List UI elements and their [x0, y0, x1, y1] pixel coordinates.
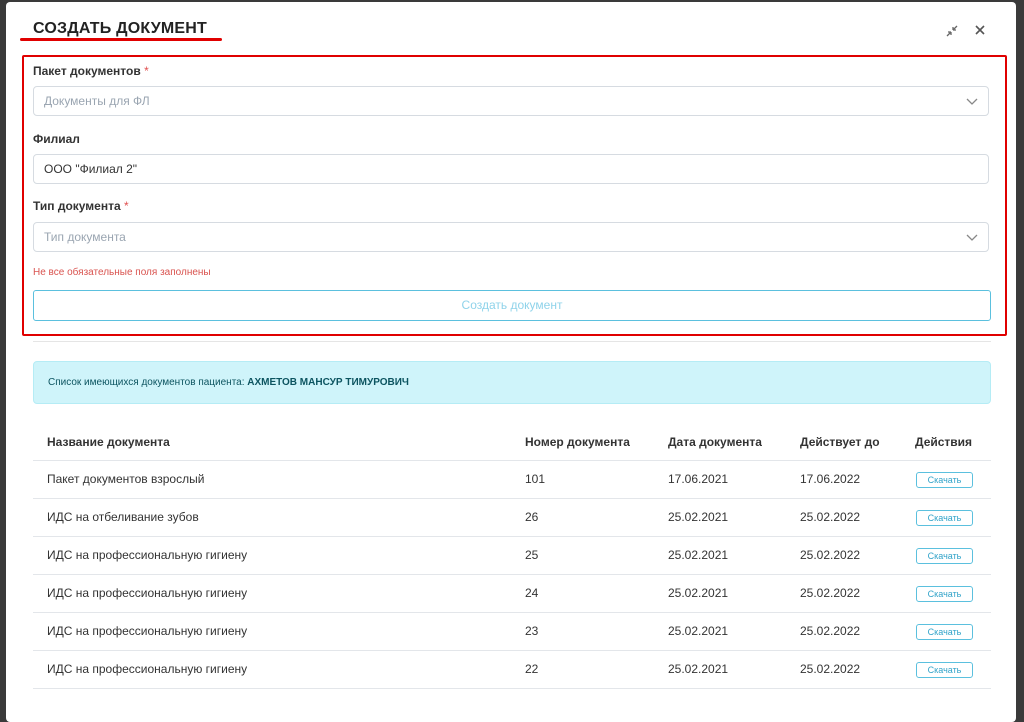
- doc-name: ИДС на профессиональную гигиену: [47, 624, 248, 638]
- doc-date: 25.02.2021: [668, 586, 729, 600]
- header-actions: Действия: [915, 435, 973, 449]
- branch-field[interactable]: ООО "Филиал 2": [33, 154, 989, 184]
- create-document-button[interactable]: Создать документ: [33, 290, 991, 321]
- collapse-arrows-icon[interactable]: [944, 24, 960, 40]
- table-row: ИДС на профессиональную гигиену 24 25.02…: [33, 575, 991, 613]
- download-button[interactable]: Скачать: [916, 548, 973, 564]
- validation-error: Не все обязательные поля заполнены: [33, 267, 211, 278]
- doc-date: 25.02.2021: [668, 548, 729, 562]
- doc-valid-until: 25.02.2022: [800, 662, 861, 676]
- download-button[interactable]: Скачать: [916, 586, 973, 602]
- close-icon[interactable]: [972, 24, 988, 40]
- header-number: Номер документа: [525, 435, 630, 449]
- doc-name: ИДС на профессиональную гигиену: [47, 586, 248, 600]
- doc-name: ИДС на отбеливание зубов: [47, 510, 199, 524]
- doc-number: 101: [525, 472, 546, 486]
- download-button[interactable]: Скачать: [916, 510, 973, 526]
- doc-number: 26: [525, 510, 539, 524]
- header-name: Название документа: [47, 435, 170, 449]
- doc-number: 22: [525, 662, 539, 676]
- doc-name: Пакет документов взрослый: [47, 472, 205, 486]
- doc-number: 24: [525, 586, 539, 600]
- download-button[interactable]: Скачать: [916, 662, 973, 678]
- doc-valid-until: 25.02.2022: [800, 586, 861, 600]
- doc-valid-until: 25.02.2022: [800, 548, 861, 562]
- doc-date: 17.06.2021: [668, 472, 729, 486]
- doc-valid-until: 25.02.2022: [800, 624, 861, 638]
- branch-field-value: ООО "Филиал 2": [44, 162, 138, 176]
- doc-valid-until: 25.02.2022: [800, 510, 861, 524]
- table-row: Пакет документов взрослый 101 17.06.2021…: [33, 461, 991, 499]
- chevron-down-icon: [966, 234, 978, 241]
- package-label: Пакет документов *: [33, 64, 149, 78]
- chevron-down-icon: [966, 98, 978, 105]
- info-prefix: Список имеющихся документов пациента:: [48, 377, 248, 388]
- package-select-value: Документы для ФЛ: [44, 94, 150, 108]
- header-valid-until: Действует до: [800, 435, 880, 449]
- doc-type-label: Тип документа *: [33, 199, 129, 213]
- doc-name: ИДС на профессиональную гигиену: [47, 548, 248, 562]
- doc-date: 25.02.2021: [668, 624, 729, 638]
- patient-name: АХМЕТОВ МАНСУР ТИМУРОВИЧ: [247, 377, 409, 388]
- branch-label: Филиал: [33, 132, 80, 146]
- download-button[interactable]: Скачать: [916, 624, 973, 640]
- table-row: ИДС на профессиональную гигиену 25 25.02…: [33, 537, 991, 575]
- modal-title: СОЗДАТЬ ДОКУМЕНТ: [33, 20, 207, 37]
- patient-info-alert: Список имеющихся документов пациента: АХ…: [33, 361, 991, 404]
- table-row: ИДС на профессиональную гигиену 22 25.02…: [33, 651, 991, 689]
- title-highlight-underline: [20, 38, 222, 41]
- doc-type-placeholder: Тип документа: [44, 230, 126, 244]
- table-row: ИДС на отбеливание зубов 26 25.02.2021 2…: [33, 499, 991, 537]
- doc-number: 23: [525, 624, 539, 638]
- doc-date: 25.02.2021: [668, 510, 729, 524]
- download-button[interactable]: Скачать: [916, 472, 973, 488]
- divider: [33, 341, 991, 342]
- doc-name: ИДС на профессиональную гигиену: [47, 662, 248, 676]
- doc-date: 25.02.2021: [668, 662, 729, 676]
- table-header: Название документа Номер документа Дата …: [33, 422, 991, 461]
- package-select[interactable]: Документы для ФЛ: [33, 86, 989, 116]
- documents-table: Название документа Номер документа Дата …: [33, 422, 991, 689]
- header-date: Дата документа: [668, 435, 762, 449]
- doc-number: 25: [525, 548, 539, 562]
- table-row: ИДС на профессиональную гигиену 23 25.02…: [33, 613, 991, 651]
- create-document-modal: СОЗДАТЬ ДОКУМЕНТ Пакет документов * Доку…: [6, 2, 1016, 722]
- doc-valid-until: 17.06.2022: [800, 472, 861, 486]
- doc-type-select[interactable]: Тип документа: [33, 222, 989, 252]
